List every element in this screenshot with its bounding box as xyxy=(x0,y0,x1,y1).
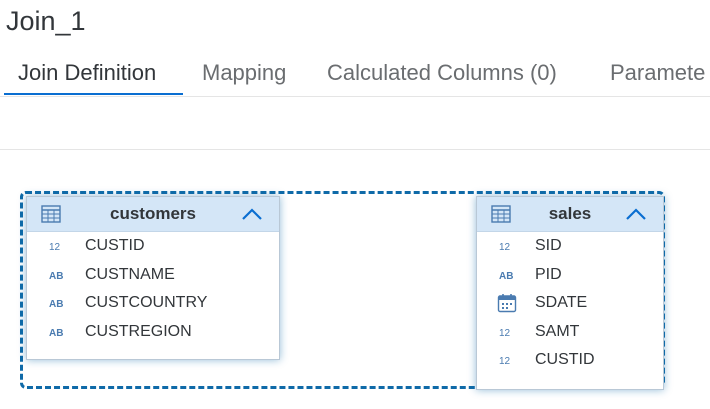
page-title: Join_1 xyxy=(6,6,86,36)
svg-text:12: 12 xyxy=(499,328,511,339)
column-row[interactable]: 12 CUSTID xyxy=(27,232,279,261)
tab-parameters[interactable]: Paramete xyxy=(610,56,705,94)
column-row[interactable]: 12 SID xyxy=(477,232,663,261)
column-row[interactable]: 12 SAMT xyxy=(477,318,663,347)
column-name: CUSTID xyxy=(85,237,145,254)
svg-text:AB: AB xyxy=(49,271,63,282)
tab-join-definition[interactable]: Join Definition xyxy=(18,56,156,94)
column-name: CUSTCOUNTRY xyxy=(85,294,208,311)
svg-text:12: 12 xyxy=(499,242,511,253)
tab-bar: Join Definition Mapping Calculated Colum… xyxy=(0,56,710,96)
number-icon: 12 xyxy=(499,239,515,253)
column-name: CUSTID xyxy=(535,351,595,368)
section-divider xyxy=(0,149,710,150)
text-icon: AB xyxy=(499,268,515,282)
svg-text:AB: AB xyxy=(49,299,63,310)
customers-node[interactable]: customers 12 CUSTID AB CUSTNAME AB CUSTC… xyxy=(26,196,280,360)
column-row[interactable]: AB CUSTCOUNTRY xyxy=(27,289,279,318)
chevron-up-icon[interactable] xyxy=(241,207,263,226)
tabs-divider xyxy=(0,96,710,97)
column-name: SID xyxy=(535,237,562,254)
svg-text:12: 12 xyxy=(49,242,61,253)
column-name: SDATE xyxy=(535,294,588,311)
column-row[interactable]: SDATE xyxy=(477,289,663,318)
active-tab-indicator xyxy=(4,93,183,95)
sales-node[interactable]: sales 12 SID AB PID SDATE 12 SAMT 12 CUS… xyxy=(476,196,664,390)
text-icon: AB xyxy=(49,325,65,339)
column-row[interactable]: AB PID xyxy=(477,261,663,290)
calendar-icon xyxy=(497,293,517,313)
column-name: CUSTREGION xyxy=(85,322,192,340)
chevron-up-icon[interactable] xyxy=(625,207,647,226)
customers-node-header[interactable]: customers xyxy=(27,197,279,232)
column-name: CUSTNAME xyxy=(85,265,175,283)
column-row[interactable]: 12 CUSTID xyxy=(477,346,663,375)
number-icon: 12 xyxy=(499,353,515,367)
svg-text:AB: AB xyxy=(49,328,63,339)
column-row[interactable]: AB CUSTREGION xyxy=(27,318,279,347)
svg-text:12: 12 xyxy=(499,356,511,367)
column-name: SAMT xyxy=(535,322,580,340)
column-row[interactable]: AB CUSTNAME xyxy=(27,261,279,290)
svg-text:AB: AB xyxy=(499,271,513,282)
column-name: PID xyxy=(535,265,562,283)
tab-mapping[interactable]: Mapping xyxy=(202,56,286,94)
number-icon: 12 xyxy=(499,325,515,339)
number-icon: 12 xyxy=(49,239,65,253)
sales-node-header[interactable]: sales xyxy=(477,197,663,232)
text-icon: AB xyxy=(49,268,65,282)
text-icon: AB xyxy=(49,296,65,310)
tab-calculated-columns[interactable]: Calculated Columns (0) xyxy=(327,56,557,94)
